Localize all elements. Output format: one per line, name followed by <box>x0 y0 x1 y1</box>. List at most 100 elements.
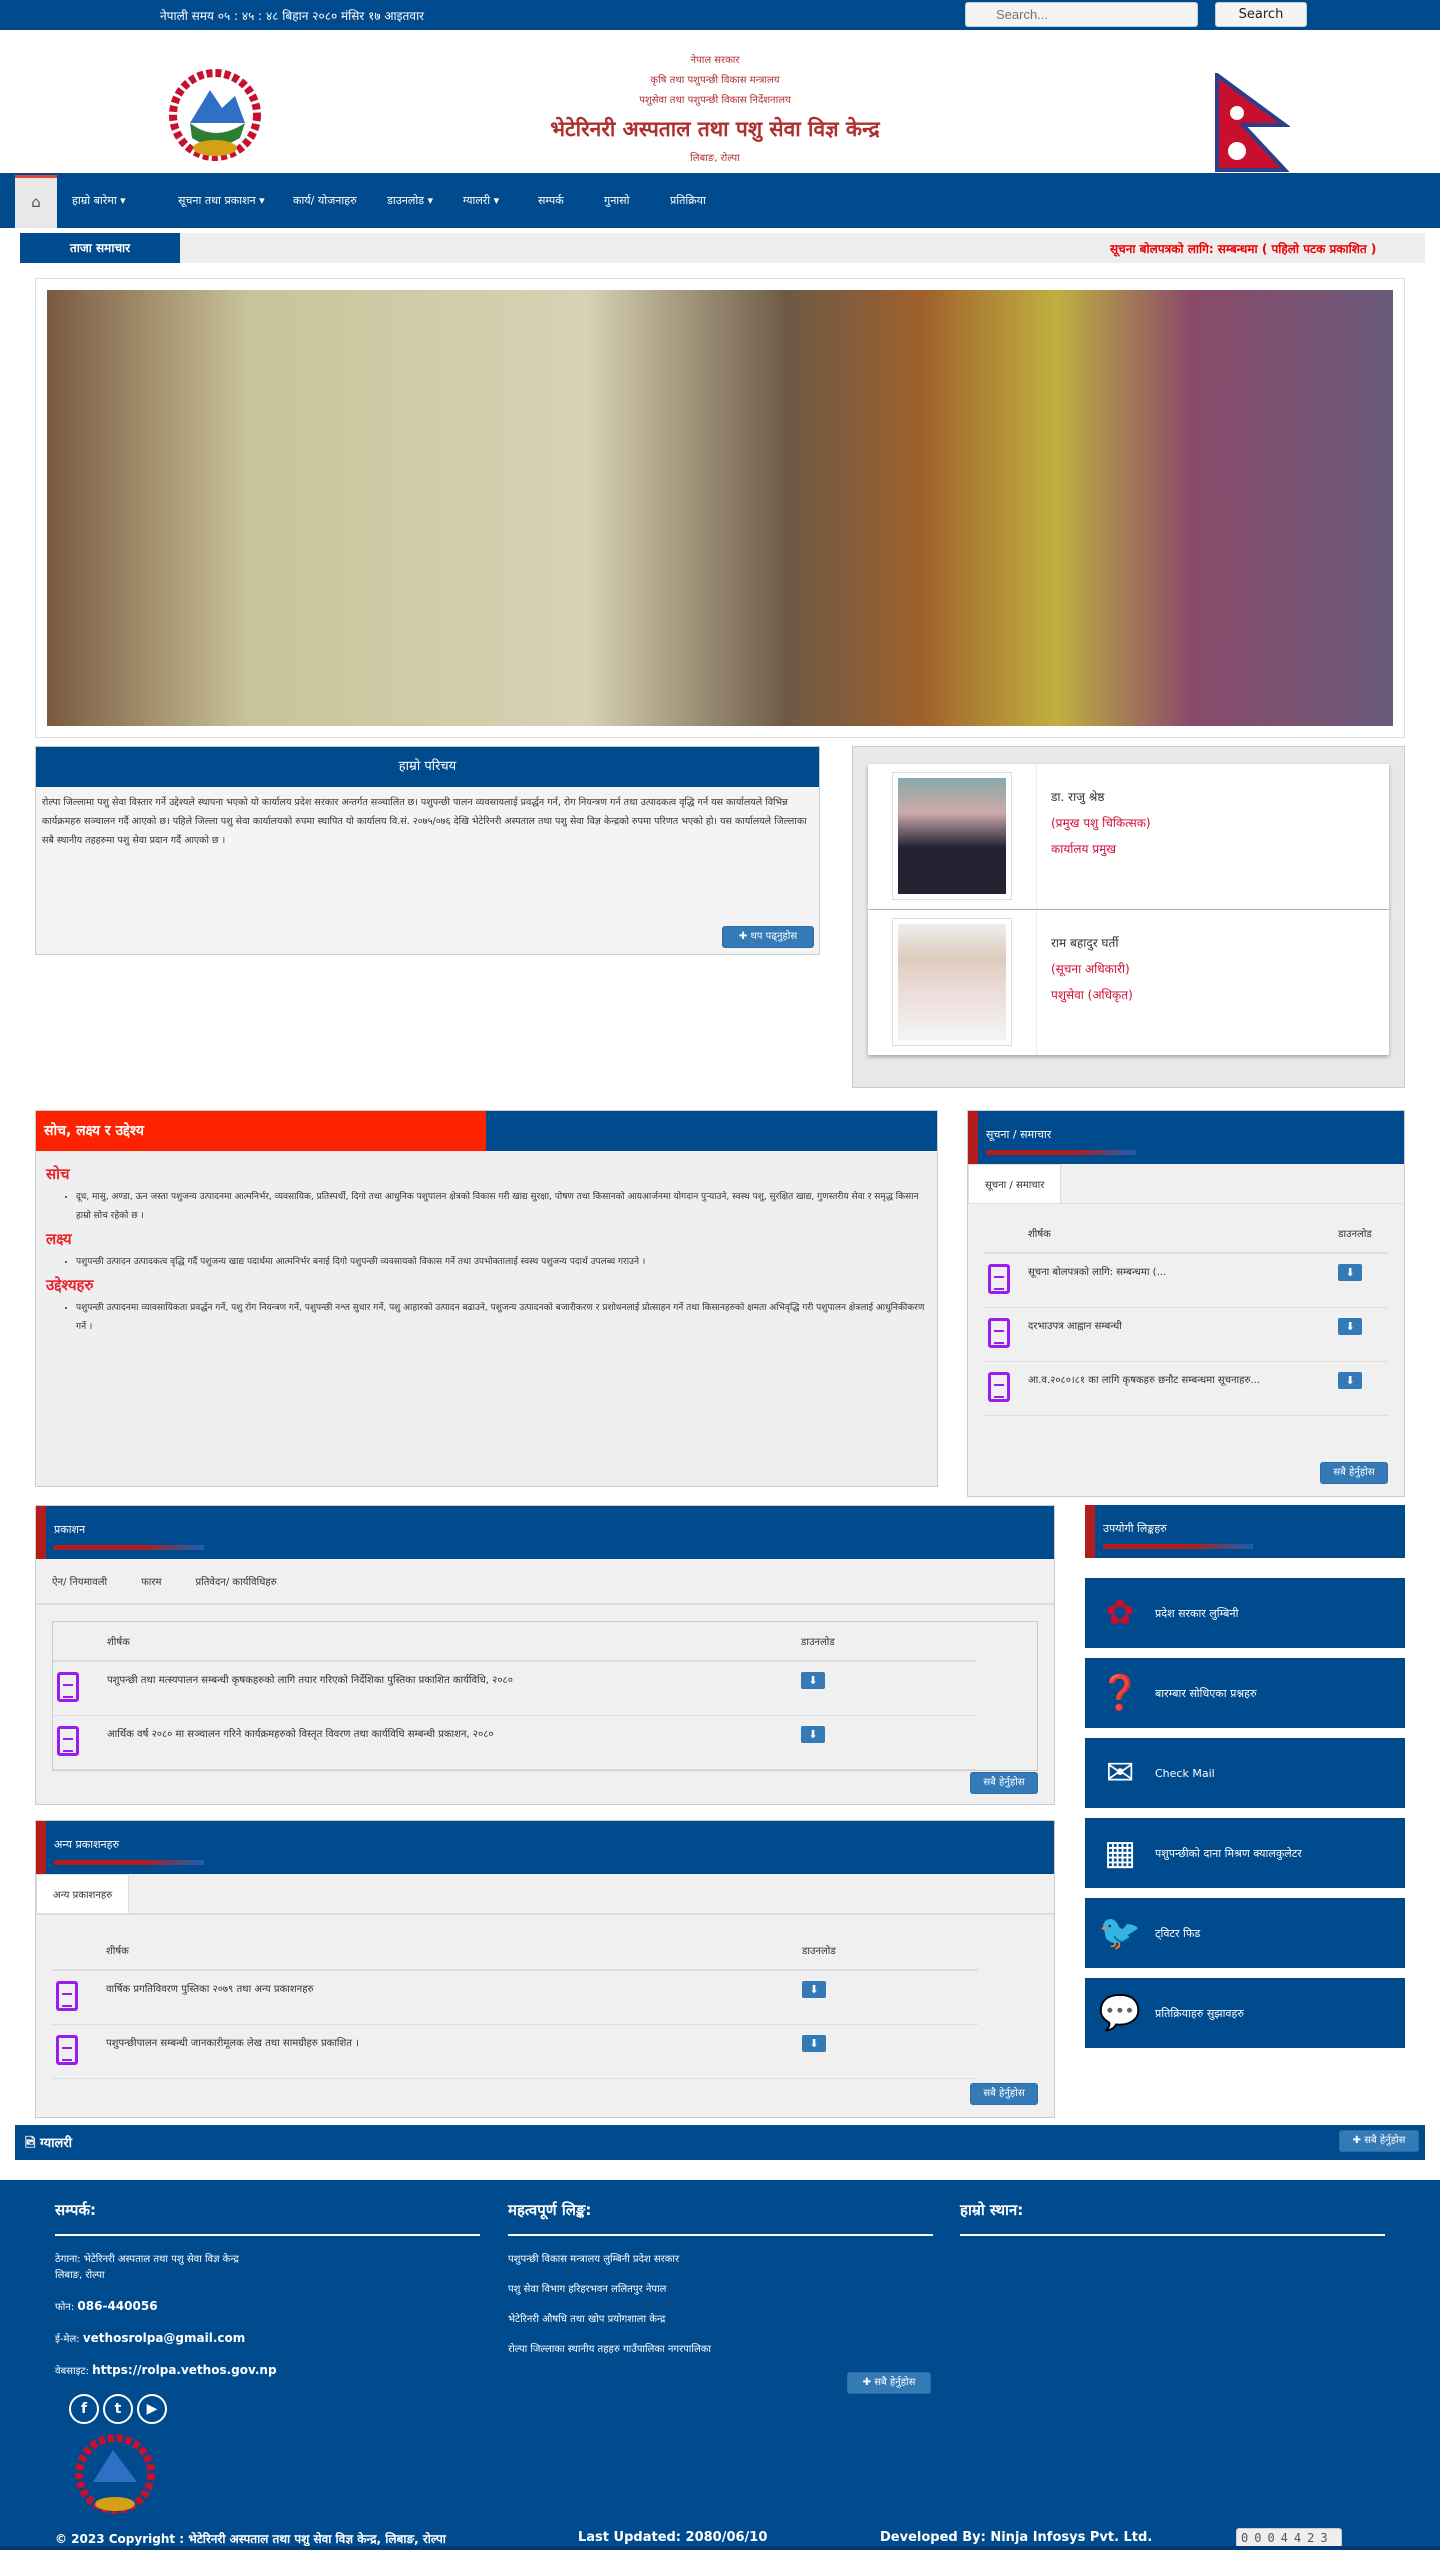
nav-publications[interactable]: सूचना तथा प्रकाशन ▾ <box>178 193 265 208</box>
tab-acts[interactable]: ऐन/ नियमावली <box>52 1574 107 1588</box>
footer-link[interactable]: भेटेरिनरी औषधि तथा खोप प्रयोगशाला केन्द्… <box>508 2312 933 2328</box>
emblem-icon: ✿ <box>1105 1593 1135 1633</box>
footer-emblem-logo <box>65 2432 480 2520</box>
header-line-ministry: कृषि तथा पशुपन्छी विकास मन्त्रालय <box>650 75 780 86</box>
facebook-icon[interactable]: f <box>69 2394 99 2424</box>
staff-card[interactable]: राम बहादुर घर्ती (सूचना अधिकारी) पशुसेवा (… <box>868 910 1389 1055</box>
document-icon <box>988 1264 1010 1294</box>
twitter-icon: 🐦 <box>1098 1913 1142 1953</box>
column-download: डाउनलोड <box>797 1622 977 1662</box>
link-twitter[interactable]: 🐦 ट्विटर फिड <box>1085 1898 1405 1968</box>
image-slider[interactable] <box>35 278 1405 738</box>
notice-link[interactable]: सूचना बोलपत्रको लागि: सम्बन्धमा (... <box>1024 1253 1335 1308</box>
nav-plans[interactable]: कार्य/ योजनाहरु <box>293 193 357 208</box>
publication-link[interactable]: पशुपन्छी तथा मत्स्यपालन सम्बन्धी कृषकहरु… <box>103 1661 797 1716</box>
youtube-icon[interactable]: ▶ <box>137 2394 167 2424</box>
nav-contact[interactable]: सम्पर्क <box>538 193 564 208</box>
address-city: लिबाङ, रोल्पा <box>55 2270 105 2281</box>
notice-link[interactable]: आ.व.२०८०।८१ का लागि कृषकहरु छनौट सम्बन्ध… <box>1024 1361 1335 1416</box>
nav-home-button[interactable]: ⌂ <box>15 175 57 228</box>
footer-link[interactable]: रोल्पा जिल्लाका स्थानीय तहहरु गाउँपालिका… <box>508 2342 933 2358</box>
column-title: शीर्षक <box>103 1622 797 1662</box>
link-feedback[interactable]: 💬 प्रतिक्रियाहरु सुझावहरु <box>1085 1978 1405 2048</box>
tab-forms[interactable]: फारम <box>141 1574 161 1588</box>
tab-other-publications[interactable]: अन्य प्रकाशनहरु <box>36 1874 130 1913</box>
table-row: पशुपन्छीपालन सम्बन्धी जानकारीमूलक लेख तथ… <box>52 2024 978 2079</box>
link-check-mail[interactable]: ✉ Check Mail <box>1085 1738 1405 1808</box>
website-link[interactable]: https://rolpa.vethos.gov.np <box>92 2363 276 2377</box>
nepali-date-time: नेपाली समय ०५ : ४५ : ४८ बिहान २०८० मंसिर… <box>160 9 425 23</box>
nepal-emblem-logo <box>160 68 270 163</box>
download-icon[interactable]: ⬇ <box>801 1672 825 1689</box>
staff-photo <box>892 772 1012 900</box>
publication-link[interactable]: आर्थिक वर्ष २०८० मा सञ्चालन गरिने कार्यक… <box>103 1715 797 1770</box>
document-icon <box>57 1726 79 1756</box>
nav-feedback[interactable]: प्रतिक्रिया <box>670 193 706 208</box>
download-icon[interactable]: ⬇ <box>802 2035 826 2052</box>
view-all-notices-button[interactable]: सबै हेर्नुहोस <box>1320 1462 1388 1484</box>
footer-link[interactable]: पशु सेवा विभाग हरिहरभवन ललितपुर नेपाल <box>508 2282 933 2298</box>
twitter-icon[interactable]: t <box>103 2394 133 2424</box>
news-header: प्रकाशन <box>36 1506 1054 1559</box>
notice-link[interactable]: दरभाउपत्र आह्वान सम्बन्धी <box>1024 1307 1335 1362</box>
publication-link[interactable]: पशुपन्छीपालन सम्बन्धी जानकारीमूलक लेख तथ… <box>102 2024 798 2079</box>
news-table: शीर्षक डाउनलोड पशुपन्छी तथा मत्स्यपालन सम… <box>53 1622 977 1770</box>
developer-credit[interactable]: Developed By: Ninja Infosys Pvt. Ltd. <box>880 2530 1152 2545</box>
table-row: वार्षिक प्रगतिविवरण पुस्तिका २०७९ तथा अन… <box>52 1970 978 2025</box>
footer-link[interactable]: पशुपन्छी विकास मन्त्रालय लुम्बिनी प्रदेश… <box>508 2252 933 2268</box>
nepal-flag-icon <box>1215 71 1292 176</box>
publication-link[interactable]: वार्षिक प्रगतिविवरण पुस्तिका २०७९ तथा अन… <box>102 1970 798 2025</box>
staff-role: (प्रमुख पशु चिकित्सक) <box>1051 816 1151 830</box>
table-row: दरभाउपत्र आह्वान सम्बन्धी ⬇ <box>984 1307 1388 1362</box>
staff-panel: डा. राजु श्रेष्ठ (प्रमुख पशु चिकित्सक) कार… <box>852 746 1405 1088</box>
link-calculator[interactable]: ▦ पशुपन्छीको दाना मिश्रण क्यालकुलेटर <box>1085 1818 1405 1888</box>
intro-title: हाम्रो परिचय <box>36 747 819 787</box>
objectives-text: पशुपन्छी उत्पादनमा व्यावसायिकता प्रवर्द्… <box>76 1299 927 1337</box>
download-icon[interactable]: ⬇ <box>802 1981 826 1998</box>
read-more-button[interactable]: ✚ थप पढ्नुहोस <box>722 926 814 948</box>
table-row: आ.व.२०८०।८१ का लागि कृषकहरु छनौट सम्बन्ध… <box>984 1361 1388 1416</box>
question-icon: ❓ <box>1098 1673 1142 1713</box>
column-title: शीर्षक <box>102 1931 798 1971</box>
staff-name: राम बहादुर घर्ती <box>1051 936 1119 950</box>
nav-gallery[interactable]: ग्यालरी ▾ <box>463 193 499 208</box>
footer-location: हाम्रो स्थान: <box>960 2200 1385 2252</box>
download-icon[interactable]: ⬇ <box>1338 1318 1363 1335</box>
goal-heading: लक्ष्य <box>46 1230 72 1248</box>
mail-icon: ✉ <box>1105 1753 1135 1793</box>
footer-contact: सम्पर्क: ठेगाना: भेटेरिनरी अस्पताल तथा प… <box>55 2200 480 2520</box>
download-icon[interactable]: ⬇ <box>1338 1264 1363 1281</box>
link-province-government[interactable]: ✿ प्रदेश सरकार लुम्बिनी <box>1085 1578 1405 1648</box>
mission-title: सोच, लक्ष्य र उद्देश्य <box>36 1111 486 1151</box>
nav-downloads[interactable]: डाउनलोड ▾ <box>387 193 433 208</box>
download-icon[interactable]: ⬇ <box>1338 1372 1363 1389</box>
tab-notices[interactable]: सूचना / समाचार <box>968 1164 1062 1203</box>
staff-photo <box>892 918 1012 1046</box>
document-icon <box>56 1981 78 2011</box>
useful-links-title: उपयोगी लिङ्कहरु <box>1103 1522 1167 1535</box>
contact-title: सम्पर्क: <box>55 2200 480 2236</box>
search-input[interactable] <box>965 2 1198 27</box>
vision-text: दूध, मासु, अण्डा, ऊन जस्ता पशुजन्य उत्पा… <box>76 1188 927 1226</box>
document-icon <box>56 2035 78 2065</box>
footer-links: महत्वपूर्ण लिङ्क: पशुपन्छी विकास मन्त्रा… <box>508 2200 933 2394</box>
search-button[interactable]: Search <box>1215 2 1307 27</box>
ticker-news-link[interactable]: सूचना बोलपत्रको लागि: सम्बन्धमा ( पहिलो … <box>1110 240 1425 257</box>
table-row: पशुपन्छी तथा मत्स्यपालन सम्बन्धी कृषकहरु… <box>53 1661 977 1716</box>
staff-card[interactable]: डा. राजु श्रेष्ठ (प्रमुख पशु चिकित्सक) कार… <box>868 764 1389 909</box>
view-all-news-button[interactable]: सबै हेर्नुहोस <box>970 1772 1038 1794</box>
chat-icon: 💬 <box>1098 1993 1142 2033</box>
tab-reports[interactable]: प्रतिवेदन/ कार्यविधिहरु <box>195 1574 276 1588</box>
nav-about[interactable]: हाम्रो बारेमा ▾ <box>72 193 126 208</box>
link-faq[interactable]: ❓ बारम्बार सोधिएका प्रश्नहरु <box>1085 1658 1405 1728</box>
publications-header: अन्य प्रकाशनहरु <box>36 1821 1054 1874</box>
download-icon[interactable]: ⬇ <box>801 1726 825 1743</box>
view-all-links-button[interactable]: ✚ सबै हेर्नुहोस <box>847 2372 931 2394</box>
links-title: महत्वपूर्ण लिङ्क: <box>508 2200 933 2236</box>
view-all-gallery-button[interactable]: ✚ सबै हेर्नुहोस <box>1339 2130 1419 2152</box>
mission-panel: सोच, लक्ष्य र उद्देश्य सोच दूध, मासु, अण… <box>35 1110 938 1487</box>
nav-grievance[interactable]: गुनासो <box>604 193 629 208</box>
column-download: डाउनलोड <box>1334 1214 1388 1254</box>
view-all-publications-button[interactable]: सबै हेर्नुहोस <box>970 2083 1038 2105</box>
email-link[interactable]: vethosrolpa@gmail.com <box>83 2331 245 2345</box>
